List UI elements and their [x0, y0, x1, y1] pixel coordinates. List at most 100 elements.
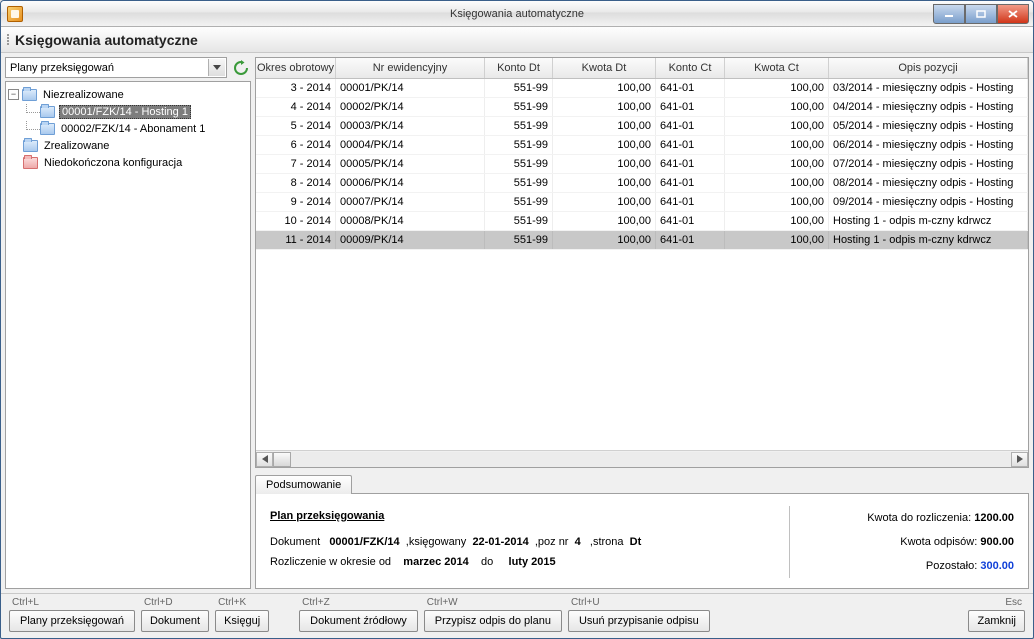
main-panel: Okres obrotowy Nr ewidencyjny Konto Dt K…	[255, 57, 1029, 589]
col-okres[interactable]: Okres obrotowy	[256, 58, 336, 78]
folder-icon	[40, 123, 55, 135]
col-kontoct[interactable]: Konto Ct	[656, 58, 725, 78]
table-row[interactable]: 6 - 201400004/PK/14551-99100,00641-01100…	[256, 136, 1028, 155]
tree-node-child-1[interactable]: 00001/FZK/14 - Hosting 1	[8, 103, 248, 120]
cell-kct: 641-01	[656, 155, 725, 173]
plan-type-select-value: Plany przeksięgowań	[10, 62, 114, 74]
table-row[interactable]: 5 - 201400003/PK/14551-99100,00641-01100…	[256, 117, 1028, 136]
grid[interactable]: Okres obrotowy Nr ewidencyjny Konto Dt K…	[255, 57, 1029, 468]
summary-right: Kwota do rozliczenia: 1200.00 Kwota odpi…	[789, 506, 1014, 578]
titlebar: Księgowania automatyczne	[1, 1, 1033, 27]
cell-kwdt: 100,00	[553, 136, 656, 154]
cell-kct: 641-01	[656, 79, 725, 97]
cell-kwct: 100,00	[725, 231, 829, 249]
cell-kct: 641-01	[656, 174, 725, 192]
tab-podsumowanie[interactable]: Podsumowanie	[255, 475, 352, 494]
cell-kct: 641-01	[656, 231, 725, 249]
scroll-track[interactable]	[273, 452, 1011, 467]
pozostalo-label: Pozostało:	[926, 560, 977, 572]
horizontal-scrollbar[interactable]	[256, 450, 1028, 467]
cell-kct: 641-01	[656, 117, 725, 135]
table-row[interactable]: 4 - 201400002/PK/14551-99100,00641-01100…	[256, 98, 1028, 117]
folder-icon	[23, 157, 38, 169]
maximize-button[interactable]	[965, 4, 997, 24]
cell-kwdt: 100,00	[553, 193, 656, 211]
shortcut-label: Ctrl+W	[424, 597, 458, 610]
zamknij-button[interactable]: Zamknij	[968, 610, 1025, 632]
minimize-button[interactable]	[933, 4, 965, 24]
cell-nr: 00004/PK/14	[336, 136, 485, 154]
rozl-to-label: do	[481, 556, 493, 568]
doc-value: 00001/FZK/14	[329, 536, 399, 548]
refresh-button[interactable]	[231, 58, 251, 78]
rozl-from: marzec 2014	[403, 556, 468, 568]
cell-opis: 04/2014 - miesięczny odpis - Hosting	[829, 98, 1028, 116]
cell-kdt: 551-99	[485, 98, 553, 116]
tree-node-niedokonczona[interactable]: Niedokończona konfiguracja	[8, 154, 248, 171]
folder-icon	[22, 89, 37, 101]
col-kwotact[interactable]: Kwota Ct	[725, 58, 829, 78]
cell-kwdt: 100,00	[553, 79, 656, 97]
table-row[interactable]: 11 - 201400009/PK/14551-99100,00641-0110…	[256, 231, 1028, 250]
table-row[interactable]: 9 - 201400007/PK/14551-99100,00641-01100…	[256, 193, 1028, 212]
cell-nr: 00001/PK/14	[336, 79, 485, 97]
cell-nr: 00009/PK/14	[336, 231, 485, 249]
plan-tree[interactable]: − Niezrealizowane 00001/FZK/14 - Hosting…	[5, 81, 251, 589]
col-opis[interactable]: Opis pozycji	[829, 58, 1028, 78]
cell-kct: 641-01	[656, 136, 725, 154]
cell-kdt: 551-99	[485, 231, 553, 249]
strona-label: ,strona	[590, 536, 624, 548]
cell-kwct: 100,00	[725, 117, 829, 135]
cell-kwdt: 100,00	[553, 212, 656, 230]
close-window-button[interactable]	[997, 4, 1029, 24]
cell-kwdt: 100,00	[553, 231, 656, 249]
scroll-thumb[interactable]	[273, 452, 291, 467]
tree-node-child-2[interactable]: 00002/FZK/14 - Abonament 1	[8, 120, 248, 137]
kwota-odp-value: 900.00	[980, 536, 1014, 548]
plan-type-select[interactable]: Plany przeksięgowań	[5, 57, 227, 78]
col-kontodt[interactable]: Konto Dt	[485, 58, 553, 78]
table-row[interactable]: 3 - 201400001/PK/14551-99100,00641-01100…	[256, 79, 1028, 98]
tree-expander[interactable]: −	[8, 89, 19, 100]
kwota-odp-label: Kwota odpisów:	[900, 536, 977, 548]
tree-label-selected: 00001/FZK/14 - Hosting 1	[59, 105, 191, 119]
ksieq-label: ,księgowany	[406, 536, 467, 548]
dokument-button[interactable]: Dokument	[141, 610, 209, 632]
col-nr[interactable]: Nr ewidencyjny	[336, 58, 485, 78]
maximize-icon	[976, 10, 986, 18]
table-row[interactable]: 10 - 201400008/PK/14551-99100,00641-0110…	[256, 212, 1028, 231]
cell-nr: 00006/PK/14	[336, 174, 485, 192]
cell-kdt: 551-99	[485, 79, 553, 97]
cell-kdt: 551-99	[485, 117, 553, 135]
app-icon	[7, 6, 23, 22]
tree-node-niezrealizowane[interactable]: − Niezrealizowane	[8, 86, 248, 103]
tree-label: Niezrealizowane	[41, 89, 126, 101]
header-title: Księgowania automatyczne	[15, 32, 198, 48]
app-window: Księgowania automatyczne Księgowania aut…	[0, 0, 1034, 639]
scroll-left-button[interactable]	[256, 452, 273, 467]
cell-opis: Hosting 1 - odpis m-czny kdrwcz	[829, 231, 1028, 249]
window-title: Księgowania automatyczne	[1, 8, 1033, 20]
close-icon	[1008, 10, 1018, 18]
dokument-zrodlowy-button[interactable]: Dokument źródłowy	[299, 610, 418, 632]
usun-przypisanie-button[interactable]: Usuń przypisanie odpisu	[568, 610, 710, 632]
scroll-right-button[interactable]	[1011, 452, 1028, 467]
tree-label: 00002/FZK/14 - Abonament 1	[59, 123, 207, 135]
cell-kct: 641-01	[656, 212, 725, 230]
przypisz-odpis-button[interactable]: Przypisz odpis do planu	[424, 610, 562, 632]
ksieguj-button[interactable]: Księguj	[215, 610, 269, 632]
cell-opis: 06/2014 - miesięczny odpis - Hosting	[829, 136, 1028, 154]
cell-opis: Hosting 1 - odpis m-czny kdrwcz	[829, 212, 1028, 230]
tree-node-zrealizowane[interactable]: Zrealizowane	[8, 137, 248, 154]
cell-kwct: 100,00	[725, 193, 829, 211]
table-row[interactable]: 8 - 201400006/PK/14551-99100,00641-01100…	[256, 174, 1028, 193]
col-kwotadt[interactable]: Kwota Dt	[553, 58, 656, 78]
folder-icon	[23, 140, 38, 152]
plany-przeksiegowan-button[interactable]: Plany przeksięgowań	[9, 610, 135, 632]
cell-kdt: 551-99	[485, 155, 553, 173]
rozl-label: Rozliczenie w okresie od	[270, 556, 391, 568]
cell-kwdt: 100,00	[553, 155, 656, 173]
shortcut-label: Ctrl+U	[568, 597, 600, 610]
summary-block: Podsumowanie Plan przeksięgowania Dokume…	[255, 474, 1029, 589]
table-row[interactable]: 7 - 201400005/PK/14551-99100,00641-01100…	[256, 155, 1028, 174]
